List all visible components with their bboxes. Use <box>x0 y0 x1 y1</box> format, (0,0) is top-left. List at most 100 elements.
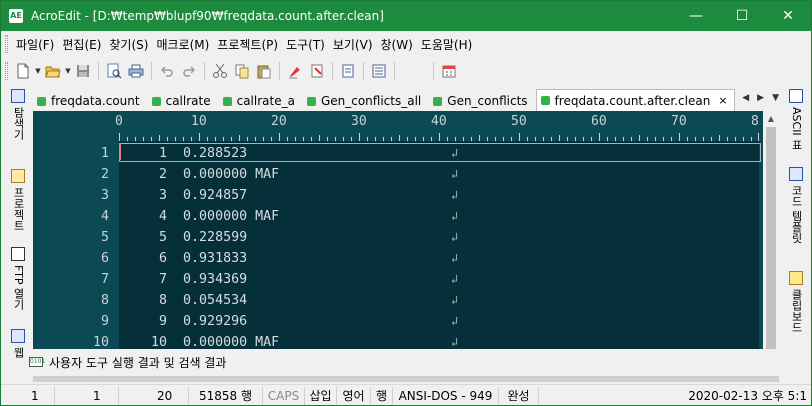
ftp-icon <box>11 247 25 261</box>
line-text: 9 0.929296 <box>119 314 248 329</box>
print-preview-icon <box>107 63 122 79</box>
menu-file[interactable]: 파일(F) <box>12 36 58 53</box>
code-line[interactable]: 9 0.929296 ↲ <box>119 311 759 332</box>
code-line[interactable]: 6 0.931833 ↲ <box>119 248 759 269</box>
line-number: 8 <box>100 293 109 308</box>
save-button[interactable] <box>72 60 94 82</box>
text-editor[interactable]: 0 10 20 30 40 50 60 70 8 ▲ 1 2 3 4 5 6 7… <box>33 111 779 349</box>
status-datetime: 2020-02-13 오후 5:1 <box>688 389 807 403</box>
line-end-icon: ↲ <box>451 251 459 265</box>
code-line[interactable]: 3 0.924857 ↲ <box>119 185 759 206</box>
line-text: 3 0.924857 <box>119 188 248 203</box>
open-file-dropdown[interactable]: ▼ <box>64 67 72 75</box>
redo-button[interactable] <box>178 60 200 82</box>
tab-list-icon[interactable]: ▼ <box>772 93 779 103</box>
side-tab-explorer[interactable]: 탐색기 <box>7 87 29 140</box>
status-encoding[interactable]: ANSI-DOS - 949 <box>393 386 499 405</box>
ruler-label: 8 <box>751 114 759 129</box>
line-text: 8 0.054534 <box>119 293 248 308</box>
menu-window[interactable]: 창(W) <box>377 36 417 53</box>
output-panel-tab[interactable]: 0101 사용자 도구 실행 결과 및 검색 결과 <box>29 351 789 373</box>
scroll-up-icon[interactable]: ▲ <box>763 111 779 127</box>
tab-close-icon[interactable]: × <box>718 94 727 107</box>
toolbar: ▼ ▼ <box>1 57 811 85</box>
menu-view[interactable]: 보기(V) <box>329 36 377 53</box>
code-line[interactable]: 7 0.934369 ↲ <box>119 269 759 290</box>
paste-button[interactable] <box>253 60 275 82</box>
menu-find[interactable]: 찾기(S) <box>105 36 152 53</box>
horizontal-scrollbar[interactable] <box>33 376 779 382</box>
status-row-mode[interactable]: 행 <box>371 386 393 405</box>
copy-button[interactable] <box>231 60 253 82</box>
toolbar-separator <box>332 62 333 80</box>
file-status-icon <box>37 96 46 106</box>
print-preview-button[interactable] <box>103 60 125 82</box>
line-number: 7 <box>100 272 109 287</box>
document-tabs: freqdata.count callrate callrate_a Gen_c… <box>33 89 779 111</box>
maximize-button[interactable]: ☐ <box>719 1 765 31</box>
menu-tools[interactable]: 도구(T) <box>282 36 329 53</box>
menu-macro[interactable]: 매크로(M) <box>152 36 213 53</box>
document-button[interactable] <box>337 60 359 82</box>
line-end-icon: ↲ <box>451 293 459 307</box>
code-line[interactable]: 5 0.228599 ↲ <box>119 227 759 248</box>
right-dock: ASCII 표 코드 템플릿 클립보드 <box>785 87 807 349</box>
tab-callrate[interactable]: callrate <box>148 91 217 111</box>
file-status-icon <box>433 96 443 106</box>
side-tab-project[interactable]: 프로젝트 <box>7 167 29 231</box>
close-button[interactable]: ✕ <box>765 1 811 31</box>
toolbar-separator <box>279 62 280 80</box>
menu-project[interactable]: 프로젝트(P) <box>213 36 282 53</box>
side-tab-code-template[interactable]: 코드 템플릿 <box>785 165 807 244</box>
highlight-button[interactable] <box>284 60 306 82</box>
list-view-button[interactable] <box>368 60 390 82</box>
print-button[interactable] <box>125 60 147 82</box>
vertical-scrollbar[interactable] <box>763 127 779 349</box>
code-line[interactable]: 8 0.054534 ↲ <box>119 290 759 311</box>
tab-gen-conflicts-all[interactable]: Gen_conflicts_all <box>303 91 427 111</box>
scrollbar-thumb[interactable] <box>766 127 776 349</box>
tab-label: Gen_conflicts_all <box>320 94 422 108</box>
code-line[interactable]: 1 0.288523 ↲ <box>119 143 759 164</box>
tab-next-icon[interactable]: ▶ <box>757 93 764 103</box>
tab-freqdata-count[interactable]: freqdata.count <box>33 91 146 111</box>
side-tab-label: ASCII 표 <box>790 107 803 151</box>
status-insert-mode[interactable]: 삽입 <box>305 386 337 405</box>
menubar-grip[interactable] <box>5 35 8 53</box>
side-tab-web[interactable]: 웹 <box>7 327 29 358</box>
minimize-button[interactable]: — <box>673 1 719 31</box>
explorer-icon <box>11 89 25 103</box>
tab-freqdata-count-after-clean[interactable]: freqdata.count.after.clean × <box>535 89 735 111</box>
clipboard-icon <box>789 271 803 285</box>
status-input-language[interactable]: 영어 <box>337 386 371 405</box>
title-bar[interactable]: AE AcroEdit - [D:₩temp₩blupf90₩freqdata.… <box>1 1 811 31</box>
tab-gen-conflicts[interactable]: Gen_conflicts <box>429 91 533 111</box>
redo-icon <box>183 66 196 77</box>
cut-button[interactable] <box>209 60 231 82</box>
line-number: 3 <box>100 188 109 203</box>
menu-help[interactable]: 도움말(H) <box>417 36 477 53</box>
open-file-button[interactable] <box>42 60 64 82</box>
tab-prev-icon[interactable]: ◀ <box>742 93 749 103</box>
code-area[interactable]: 1 0.288523 ↲ 2 0.000000 MAF ↲ 3 0.924857 ↲ … <box>119 141 761 349</box>
side-tab-clipboard[interactable]: 클립보드 <box>785 269 807 333</box>
calendar-button[interactable] <box>438 60 460 82</box>
code-line[interactable]: 2 0.000000 MAF ↲ <box>119 164 759 185</box>
code-line[interactable]: 10 0.000000 MAF ↲ <box>119 332 759 349</box>
code-line[interactable]: 4 0.000000 MAF ↲ <box>119 206 759 227</box>
menu-edit[interactable]: 편집(E) <box>58 36 105 53</box>
tab-callrate-a[interactable]: callrate_a <box>219 91 301 111</box>
side-tab-ascii[interactable]: ASCII 표 <box>785 87 807 150</box>
undo-button[interactable] <box>156 60 178 82</box>
new-file-dropdown[interactable]: ▼ <box>34 67 42 75</box>
status-count: 20 <box>119 386 189 405</box>
side-tab-ftp[interactable]: FTP 열기 <box>7 245 29 310</box>
line-text: 4 0.000000 MAF <box>119 209 280 224</box>
toolbar-grip[interactable] <box>5 62 8 80</box>
new-file-icon <box>17 63 29 79</box>
bookmark-button[interactable] <box>306 60 328 82</box>
line-number: 1 <box>100 146 109 161</box>
side-tab-label: 클립보드 <box>790 289 803 333</box>
new-file-button[interactable] <box>12 60 34 82</box>
toolbar-separator <box>363 62 364 80</box>
